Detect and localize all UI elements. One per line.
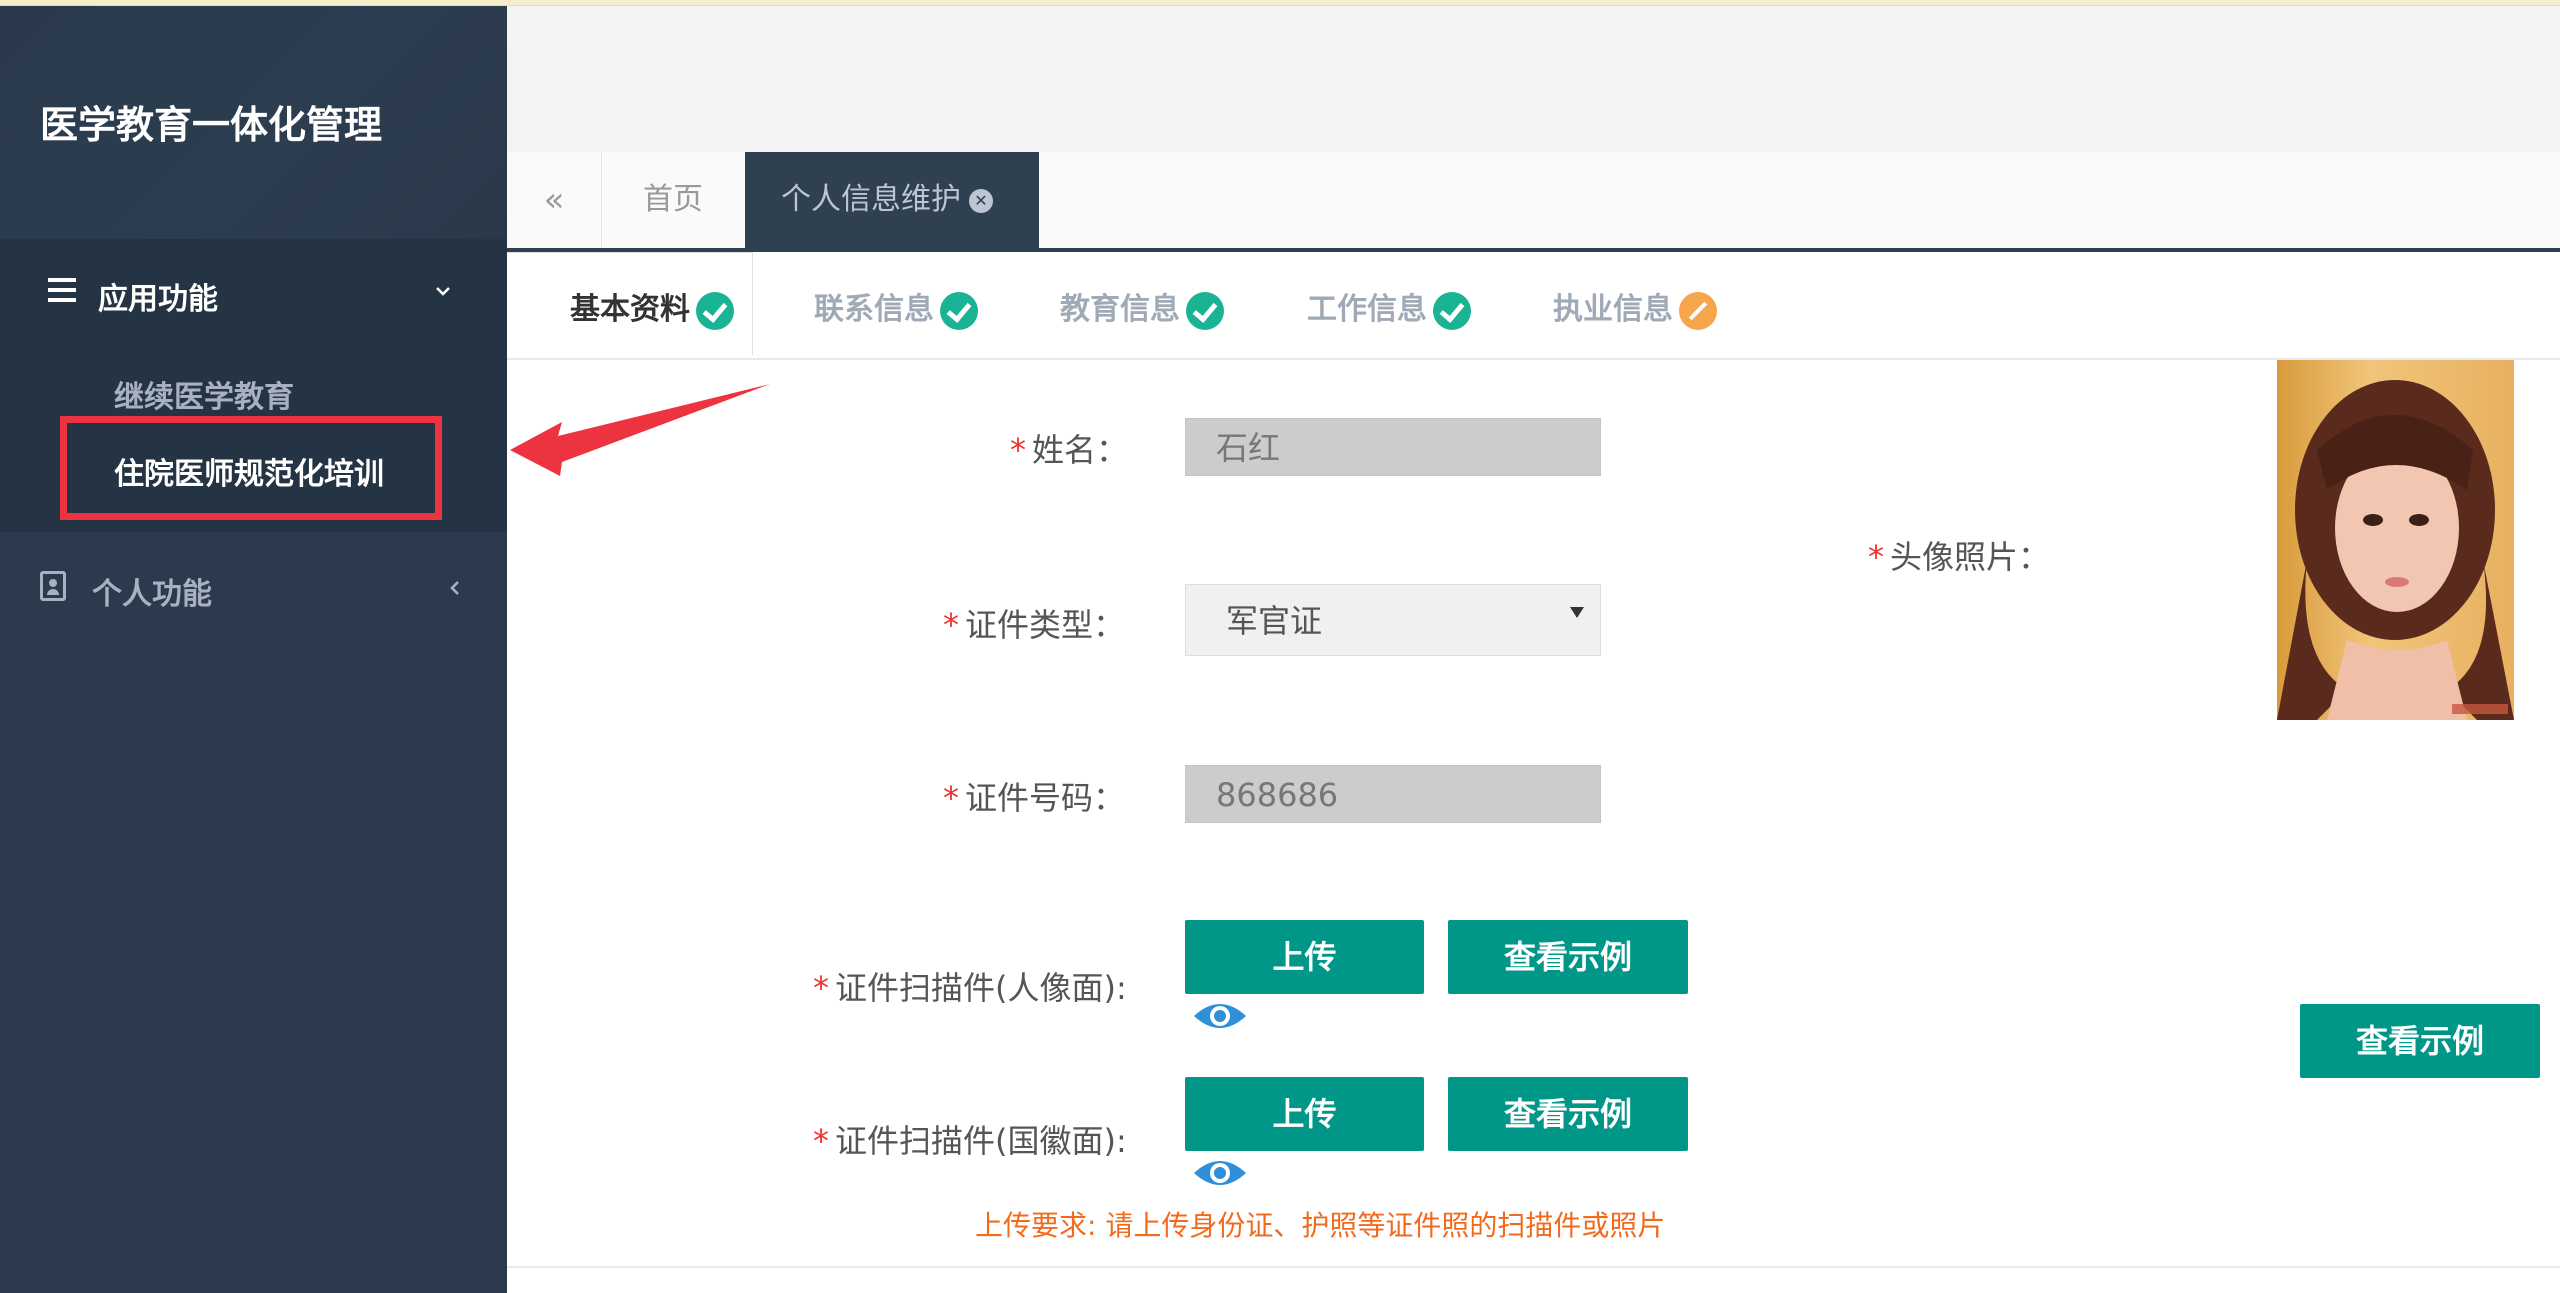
check-circle-icon [1186,291,1224,330]
step-label: 联系信息 [814,292,934,327]
tab-home[interactable]: 首页 [601,152,746,248]
step-label: 教育信息 [1060,292,1180,327]
step-contact-info[interactable]: 联系信息 [814,284,978,330]
upload-front-button[interactable]: 上传 [1185,920,1424,994]
chevron-down-icon [436,287,450,296]
contact-card-icon [40,571,66,601]
step-label: 执业信息 [1553,292,1673,327]
id-type-select[interactable]: 军官证 [1185,584,1601,656]
dropdown-arrow-icon [1570,607,1584,618]
top-header [507,6,2560,153]
sidebar-section-apps[interactable]: 应用功能 [0,266,507,326]
view-example-back-button[interactable]: 查看示例 [1448,1077,1688,1151]
upload-back-button[interactable]: 上传 [1185,1077,1424,1151]
sidebar-item-cme[interactable]: 继续医学教育 [114,372,294,416]
close-icon[interactable]: ✕ [969,188,993,213]
eye-icon[interactable] [1192,1155,1248,1191]
step-label: 基本资料 [570,292,690,327]
tabs-scroll-left-button[interactable]: « [507,152,602,248]
step-basic-info[interactable]: 基本资料 [570,284,734,330]
step-practice-info[interactable]: 执业信息 [1553,284,1717,330]
scan-back-label: * 证件扫描件(国徽面): [813,1122,1127,1160]
id-number-label: * 证件号码： [943,779,1126,817]
sidebar-section-personal[interactable]: 个人功能 [0,561,507,621]
name-label: * 姓名： [1010,431,1129,469]
step-education-info[interactable]: 教育信息 [1060,284,1224,330]
annotation-arrow [510,384,770,476]
edit-circle-icon [1679,291,1717,330]
check-circle-icon [696,291,734,330]
eye-icon[interactable] [1192,998,1248,1034]
menu-icon [48,278,76,308]
chevron-left-icon [450,581,459,595]
check-circle-icon [940,291,978,330]
photo-label: * 头像照片： [1868,538,2051,576]
tab-personal-info[interactable]: 个人信息维护 ✕ [745,152,1039,248]
id-type-label: * 证件类型： [943,606,1126,644]
id-number-field[interactable]: 868686 [1185,765,1601,823]
brand-area: 医学教育一体化管理 [0,6,507,239]
form-step-tabs: 基本资料 联系信息 教育信息 工作信息 执业信息 [507,252,2560,360]
name-field[interactable]: 石红 [1185,418,1601,476]
form-bottom-divider [507,1266,2560,1268]
view-example-photo-button[interactable]: 查看示例 [2300,1004,2540,1078]
id-type-value: 军官证 [1226,602,1323,640]
sidebar-section-label: 个人功能 [92,577,212,612]
sidebar: 医学教育一体化管理 应用功能 继续医学教育 住院医师规范化培训 个人功能 [0,6,507,1293]
annotation-highlight-box [60,416,442,520]
tab-label: 个人信息维护 [781,182,961,217]
upload-requirement-hint: 上传要求: 请上传身份证、护照等证件照的扫描件或照片 [975,1209,1666,1242]
portrait-image [2277,380,2514,720]
step-label: 工作信息 [1307,292,1427,327]
check-circle-icon [1433,291,1471,330]
page-tabs: « 首页 个人信息维护 ✕ [507,152,2560,252]
view-example-front-button[interactable]: 查看示例 [1448,920,1688,994]
step-work-info[interactable]: 工作信息 [1307,284,1471,330]
double-chevron-left-icon: « [543,180,565,220]
profile-photo [2277,360,2514,720]
sidebar-section-label: 应用功能 [98,282,218,317]
app-title: 医学教育一体化管理 [40,103,383,147]
scan-front-label: * 证件扫描件(人像面): [813,969,1127,1007]
